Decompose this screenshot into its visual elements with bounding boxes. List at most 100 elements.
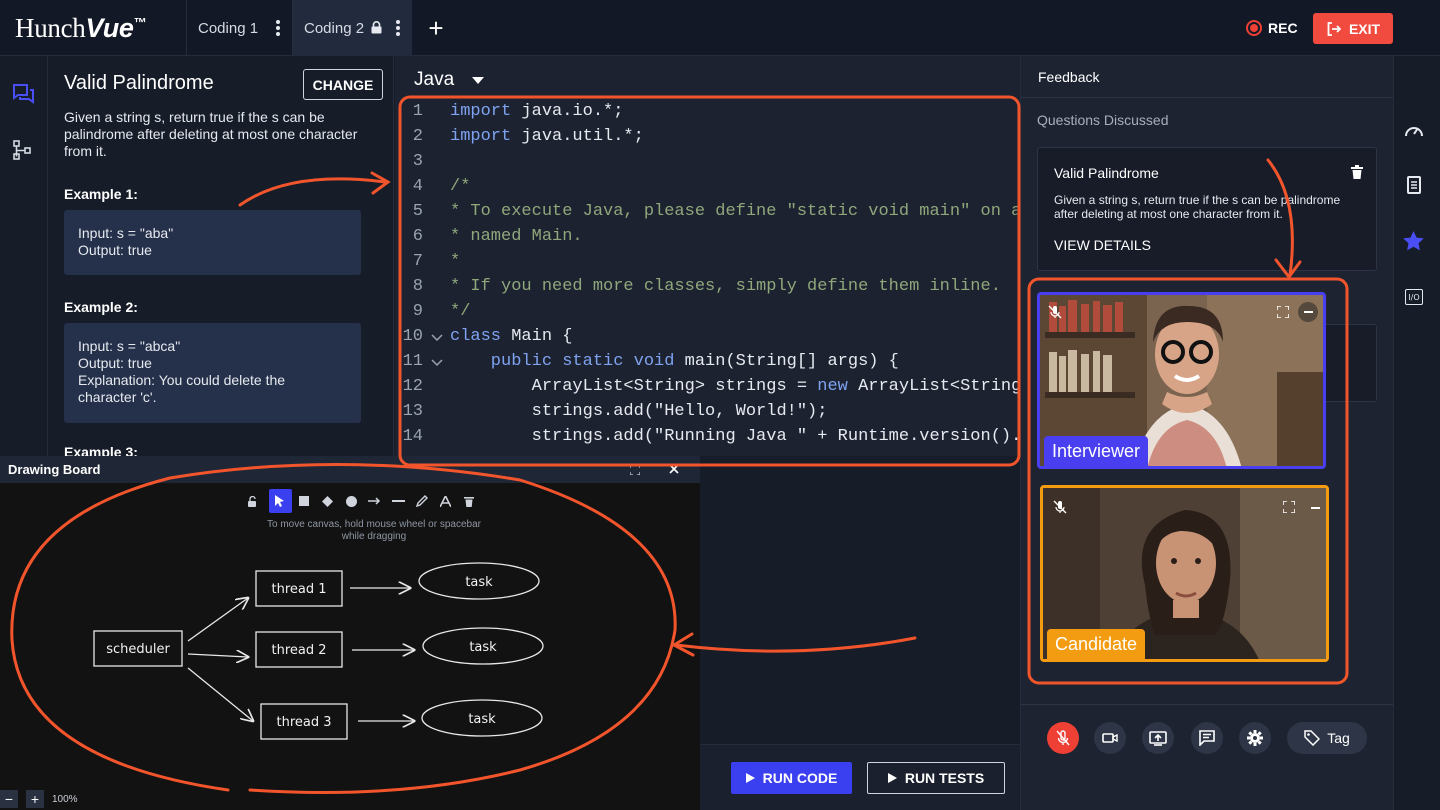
chat-icon[interactable] [12, 84, 34, 104]
camera-button[interactable] [1094, 722, 1126, 754]
star-icon[interactable] [1403, 231, 1424, 251]
code-token: * To execute Java, please define "static… [450, 202, 1020, 221]
more-vertical-icon[interactable] [396, 20, 400, 36]
diagram-icon[interactable] [13, 140, 32, 160]
fullscreen-icon[interactable] [1277, 306, 1289, 318]
call-controls: Tag [1020, 704, 1393, 810]
code-token: main(String[] args) { [674, 352, 899, 371]
annotation-arrow [674, 636, 917, 653]
tab-label: Coding 1 [198, 19, 259, 37]
unlock-icon [247, 495, 256, 507]
task-1-text: task [465, 575, 493, 590]
arrow-edge [187, 598, 248, 642]
line-number: 7 [412, 252, 423, 271]
trash-icon[interactable] [1351, 165, 1363, 179]
rectangle-tool[interactable] [292, 489, 316, 513]
code-token: /* [450, 177, 471, 196]
trash-icon [464, 496, 475, 507]
fold-chevron-icon[interactable] [431, 331, 443, 345]
ellipse-tool[interactable] [339, 489, 363, 513]
code-line: import java.util.*; [450, 127, 644, 146]
discussed-question-card: Valid Palindrome Given a string s, retur… [1037, 147, 1377, 271]
diamond-icon [322, 495, 334, 507]
notes-icon[interactable] [1407, 176, 1421, 194]
zoom-in-button[interactable]: + [26, 790, 44, 808]
pointer-icon [275, 495, 285, 507]
code-token: public static void [450, 352, 675, 371]
line-number: 5 [412, 202, 423, 221]
arrow-edge [187, 667, 253, 721]
exit-icon [1327, 21, 1342, 36]
arrow-tool[interactable] [363, 489, 387, 513]
io-icon[interactable]: I/O [1405, 289, 1423, 305]
example-label: Example 1: [64, 186, 138, 202]
drawing-canvas[interactable]: scheduler thread 1 thread 2 thread 3 tas… [0, 536, 700, 786]
run-code-button[interactable]: RUN CODE [731, 762, 852, 794]
select-tool[interactable] [268, 489, 293, 513]
delete-tool[interactable] [457, 489, 481, 513]
change-question-button[interactable]: CHANGE [303, 69, 383, 100]
view-details-link[interactable]: VIEW DETAILS [1054, 237, 1151, 253]
video-camera-icon [1102, 733, 1118, 743]
interviewer-video[interactable]: Interviewer [1037, 292, 1326, 469]
fold-chevron-icon[interactable] [431, 356, 443, 370]
diamond-tool[interactable] [316, 489, 340, 513]
unlock-tool[interactable] [241, 489, 265, 513]
minimize-icon[interactable] [1298, 302, 1318, 322]
tab-coding-2[interactable]: Coding 2 [292, 0, 412, 56]
code-token: import [450, 127, 512, 146]
minimize-icon[interactable] [1305, 498, 1325, 518]
example-box: Input: s = "abca" Output: true Explanati… [64, 323, 361, 423]
settings-button[interactable] [1239, 722, 1271, 754]
feedback-header: Feedback [1021, 56, 1394, 98]
code-token: new [817, 377, 848, 396]
zoom-out-button[interactable]: − [0, 790, 18, 808]
expand-icon[interactable] [630, 465, 640, 475]
line-number: 1 [412, 102, 423, 121]
line-number: 6 [412, 227, 423, 246]
tag-icon [1304, 730, 1321, 746]
speedometer-icon[interactable] [1404, 122, 1424, 138]
screen-share-button[interactable] [1142, 722, 1174, 754]
code-line: * If you need more classes, simply defin… [450, 277, 1001, 296]
caret-down-icon [472, 76, 485, 84]
tag-button[interactable]: Tag [1287, 722, 1367, 754]
text-tool[interactable] [434, 489, 458, 513]
question-description: Given a string s, return true if the s c… [64, 109, 358, 159]
gear-icon [1247, 730, 1263, 746]
mute-button[interactable] [1047, 722, 1079, 754]
fullscreen-icon[interactable] [1283, 501, 1295, 513]
line-number: 12 [402, 377, 423, 396]
interviewer-label: Interviewer [1044, 436, 1149, 466]
record-indicator[interactable]: REC [1246, 19, 1298, 37]
candidate-video[interactable]: Candidate [1040, 485, 1329, 662]
tab-coding-1[interactable]: Coding 1 [186, 0, 292, 56]
run-tests-button[interactable]: RUN TESTS [867, 762, 1005, 794]
line-tool[interactable] [387, 489, 411, 513]
language-select[interactable]: Java [414, 69, 485, 91]
example-label: Example 2: [64, 299, 138, 315]
close-icon[interactable] [669, 464, 679, 474]
thread-3-text: thread 3 [276, 715, 331, 730]
question-panel: Valid Palindrome CHANGE Given a string s… [49, 56, 394, 460]
tab-label: Coding 2 [304, 19, 365, 37]
task-2-text: task [469, 640, 497, 655]
code-token: java.io.*; [511, 102, 624, 121]
line-number: 13 [402, 402, 423, 421]
code-area[interactable]: 1 import java.io.*; 2 import java.util.*; 3 4… [395, 98, 1020, 456]
add-tab-button[interactable]: + [426, 15, 446, 41]
pencil-tool[interactable] [410, 489, 434, 513]
code-token: import [450, 102, 512, 121]
exit-button[interactable]: EXIT [1313, 13, 1393, 44]
more-vertical-icon[interactable] [276, 20, 280, 36]
chat-button[interactable] [1191, 722, 1223, 754]
line-number: 2 [412, 127, 423, 146]
line-number: 11 [402, 352, 423, 371]
code-token: strings.add("Hello, World!"); [450, 402, 828, 421]
code-line: strings.add("Hello, World!"); [450, 402, 828, 421]
card-description: Given a string s, return true if the s c… [1054, 193, 1341, 221]
mic-muted-icon[interactable] [1053, 500, 1067, 514]
lock-icon [371, 21, 382, 34]
mic-muted-icon[interactable] [1048, 305, 1062, 319]
record-icon [1246, 20, 1262, 36]
